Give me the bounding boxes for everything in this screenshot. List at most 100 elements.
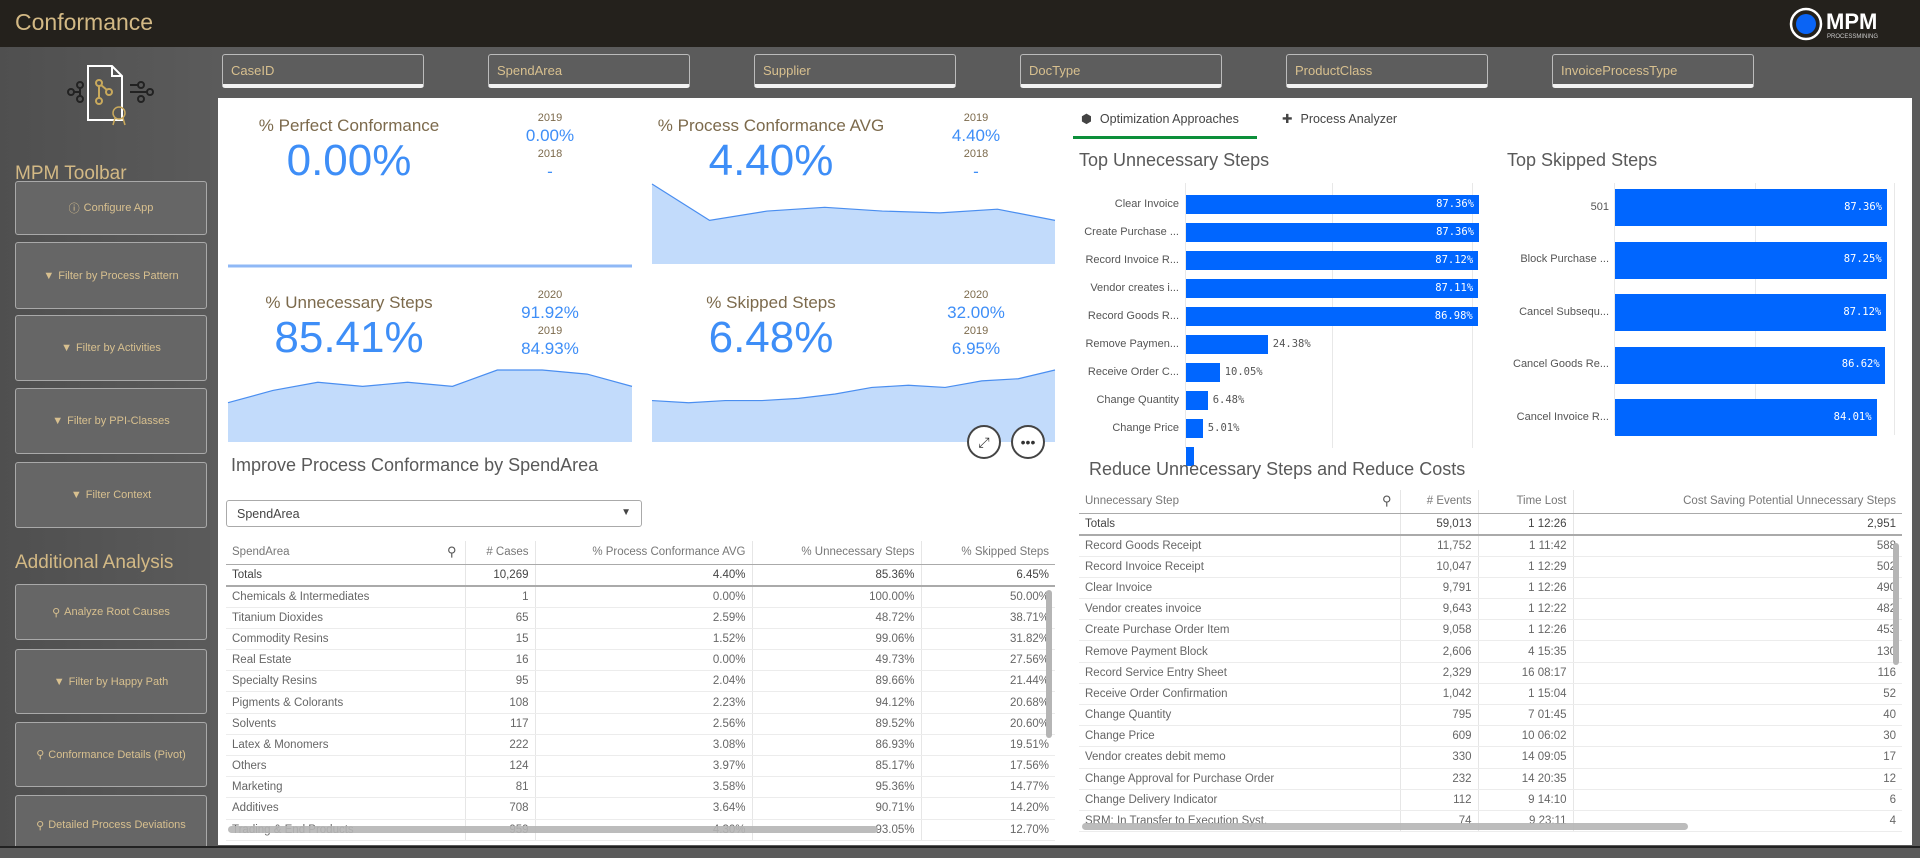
table-cell: Change Price xyxy=(1079,725,1401,748)
tab-label: Process Analyzer xyxy=(1300,111,1398,126)
table-cell: Vendor creates invoice xyxy=(1079,598,1401,621)
configure-app-button[interactable]: ⓘ Configure App xyxy=(15,181,207,235)
filter-productclass[interactable]: ProductClass xyxy=(1286,54,1488,88)
column-header[interactable]: Unnecessary Step ⚲ xyxy=(1079,490,1401,514)
table-cell: 10,047 xyxy=(1400,556,1479,578)
table-cell: 116 xyxy=(1573,662,1902,684)
column-header[interactable]: Cost Saving Potential Unnecessary Steps xyxy=(1573,490,1902,514)
search-icon[interactable]: ⚲ xyxy=(1382,493,1392,509)
table-cell: Record Goods Receipt xyxy=(1079,535,1401,557)
expand-button[interactable]: ⤢ xyxy=(967,425,1001,459)
cost-table-vscroll[interactable] xyxy=(1893,543,1899,665)
search-icon[interactable]: ⚲ xyxy=(447,544,457,560)
bottom-bar xyxy=(0,846,1920,858)
table-cell: Marketing xyxy=(226,776,466,799)
table-row[interactable]: Additives 708 3.64% 90.71% 14.20% xyxy=(226,797,1055,820)
table-cell: Change Approval for Purchase Order xyxy=(1079,768,1401,790)
table-row[interactable]: Pigments & Colorants 108 2.23% 94.12% 20.68% xyxy=(226,691,1055,714)
tab-label: Optimization Approaches xyxy=(1099,111,1239,126)
dimension-dropdown[interactable]: SpendArea ▼ xyxy=(226,500,642,527)
bar[interactable] xyxy=(1186,335,1268,354)
tab-optimization-approaches[interactable]: ⬢ Optimization Approaches xyxy=(1081,111,1239,127)
filter-happy-path-button[interactable]: ▼ Filter by Happy Path xyxy=(15,649,207,714)
chart-title-unnecessary: Top Unnecessary Steps xyxy=(1079,150,1270,170)
table-row[interactable]: Clear Invoice 9,791 1 12:26 490 xyxy=(1079,577,1902,600)
table-row[interactable]: Marketing 81 3.58% 95.36% 14.77% xyxy=(226,776,1055,799)
filter-ppi-classes-button[interactable]: ▼ Filter by PPI-Classes xyxy=(15,388,207,454)
table-cell: 0.00% xyxy=(535,649,753,672)
table-row[interactable]: Vendor creates debit memo 330 14 09:05 17 xyxy=(1079,746,1902,769)
bar-category-label: Change Price xyxy=(1112,421,1179,434)
table-row[interactable]: Record Goods Receipt 11,752 1 11:42 588 xyxy=(1079,535,1902,557)
more-icon: ••• xyxy=(1020,434,1036,450)
table-row[interactable]: Change Approval for Purchase Order 232 14 … xyxy=(1079,768,1902,790)
table-row[interactable]: Record Service Entry Sheet 2,329 16 08:17 1… xyxy=(1079,662,1902,684)
table-cell: 12 xyxy=(1573,768,1902,790)
bar[interactable] xyxy=(1186,419,1203,438)
filter-spendarea[interactable]: SpendArea xyxy=(488,54,690,88)
column-header[interactable]: Time Lost xyxy=(1478,490,1574,514)
table-row[interactable]: Latex & Monomers 222 3.08% 86.93% 19.51% xyxy=(226,734,1055,757)
column-header[interactable]: % Process Conformance AVG xyxy=(535,541,753,565)
tab-process-analyzer[interactable]: ✚ Process Analyzer xyxy=(1282,111,1398,127)
table-cell: Others xyxy=(226,755,466,778)
spend-table-hscroll[interactable] xyxy=(228,826,878,833)
filter-caseid[interactable]: CaseID xyxy=(222,54,424,88)
table-cell: 48.72% xyxy=(752,607,922,629)
table-row[interactable]: Change Quantity 795 7 01:45 40 xyxy=(1079,704,1902,727)
filter-supplier[interactable]: Supplier xyxy=(754,54,956,88)
bar-value-label: 24.38% xyxy=(1272,337,1311,350)
table-row[interactable]: Titanium Dioxides 65 2.59% 48.72% 38.71% xyxy=(226,607,1055,629)
table-row[interactable]: Commodity Resins 15 1.52% 99.06% 31.82% xyxy=(226,628,1055,651)
table-row[interactable]: Real Estate 16 0.00% 49.73% 27.56% xyxy=(226,649,1055,672)
table-cell: 40 xyxy=(1573,704,1902,727)
table-cell: Record Invoice Receipt xyxy=(1079,556,1401,578)
filter-invoiceprocesstype[interactable]: InvoiceProcessType xyxy=(1552,54,1754,88)
table-row[interactable]: Receive Order Confirmation 1,042 1 15:04 52 xyxy=(1079,683,1902,706)
table-row[interactable]: Create Purchase Order Item 9,058 1 12:26 45… xyxy=(1079,619,1902,642)
button-label: Detailed Process Deviations xyxy=(48,819,186,831)
column-header[interactable]: SpendArea ⚲ xyxy=(226,541,466,565)
table-row[interactable]: Solvents 117 2.56% 89.52% 20.60% xyxy=(226,713,1055,735)
table-row[interactable]: Remove Payment Block 2,606 4 15:35 130 xyxy=(1079,640,1902,663)
column-header-label: Cost Saving Potential Unnecessary Steps xyxy=(1683,495,1896,508)
table-cell: 2.04% xyxy=(535,670,753,693)
table-row[interactable]: Chemicals & Intermediates 1 0.00% 100.00% 50… xyxy=(226,586,1055,608)
filter-context-button[interactable]: ▼ Filter Context xyxy=(15,462,207,528)
table-cell: Change Quantity xyxy=(1079,704,1401,727)
table-cell: 7 01:45 xyxy=(1478,704,1574,727)
table-cell: Chemicals & Intermediates xyxy=(226,586,466,608)
table-row[interactable]: Change Delivery Indicator 112 9 14:10 6 xyxy=(1079,789,1902,811)
more-options-button[interactable]: ••• xyxy=(1011,425,1045,459)
table-cell: Remove Payment Block xyxy=(1079,640,1401,663)
bar-value-label: 86.62% xyxy=(1841,358,1880,370)
table-cell: 502 xyxy=(1573,556,1902,578)
column-header[interactable]: # Cases xyxy=(465,541,536,565)
table-row[interactable]: Specialty Resins 95 2.04% 89.66% 21.44% xyxy=(226,670,1055,693)
table-cell: 95 xyxy=(465,670,536,693)
bar[interactable] xyxy=(1186,363,1220,382)
search-icon: ⚲ xyxy=(36,819,45,832)
filter-doctype[interactable]: DocType xyxy=(1020,54,1222,88)
table-cell: Commodity Resins xyxy=(226,628,466,651)
comparison-value: 32.00% xyxy=(947,303,1005,322)
table-row[interactable]: Record Invoice Receipt 10,047 1 12:29 502 xyxy=(1079,556,1902,578)
bar-value-label: 6.48% xyxy=(1212,393,1245,406)
table-cell: 14.77% xyxy=(921,776,1055,799)
column-header[interactable]: % Unnecessary Steps xyxy=(752,541,922,565)
kpi-value: 85.41% xyxy=(274,313,424,362)
analyze-root-causes-button[interactable]: ⚲ Analyze Root Causes xyxy=(15,584,207,640)
bar-category-label: 501 xyxy=(1590,200,1609,213)
spend-table-vscroll[interactable] xyxy=(1046,590,1052,738)
cost-table-hscroll[interactable] xyxy=(1082,823,1688,830)
bar[interactable] xyxy=(1186,391,1208,410)
table-cell: 89.66% xyxy=(752,670,922,693)
table-row[interactable]: Change Price 609 10 06:02 30 xyxy=(1079,725,1902,748)
table-row[interactable]: Vendor creates invoice 9,643 1 12:22 482 xyxy=(1079,598,1902,621)
kpi-value: 6.48% xyxy=(708,313,834,362)
column-header[interactable]: # Events xyxy=(1400,490,1479,514)
table-cell: 94.12% xyxy=(752,691,922,714)
conformance-details-button[interactable]: ⚲ Conformance Details (Pivot) xyxy=(15,722,207,787)
table-row[interactable]: Others 124 3.97% 85.17% 17.56% xyxy=(226,755,1055,778)
column-header[interactable]: % Skipped Steps xyxy=(921,541,1055,565)
